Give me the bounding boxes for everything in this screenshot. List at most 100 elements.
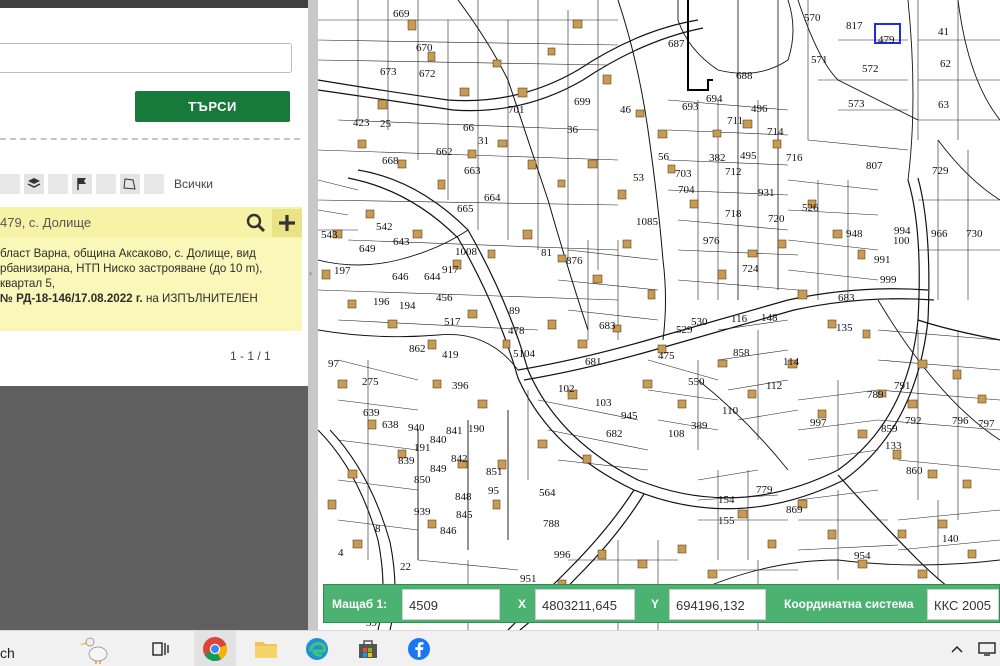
- parcel-number-label: 135: [836, 322, 853, 334]
- parcel-number-label: 456: [436, 292, 453, 304]
- map-drawing: [318, 0, 1000, 630]
- parcel-number-label: 683: [599, 320, 616, 332]
- parcel-number-label: 797: [978, 418, 995, 430]
- parcel-number-label: 63: [938, 99, 949, 111]
- crs-select[interactable]: ККС 2005: [927, 589, 999, 620]
- parcel-lines: [318, 0, 1000, 630]
- parcel-number-label: 155: [718, 515, 735, 527]
- panel-empty-area: [0, 386, 308, 630]
- parcel-number-label: 495: [740, 150, 757, 162]
- layers-icon[interactable]: [24, 174, 44, 194]
- parcel-number-label: 860: [906, 465, 923, 477]
- filter-button-empty-3[interactable]: [96, 174, 116, 194]
- parcel-number-label: 103: [595, 397, 612, 409]
- parcel-number-label: 817: [846, 20, 863, 32]
- parcel-number-label: 148: [761, 312, 778, 324]
- parcel-number-label: 683: [838, 292, 855, 304]
- edge-icon[interactable]: [302, 634, 332, 664]
- parcel-number-label: 693: [682, 101, 699, 113]
- parcel-number-label: 940: [408, 422, 425, 434]
- parcel-number-label: 699: [574, 96, 591, 108]
- parcel-number-label: 572: [862, 63, 879, 75]
- parcel-number-label: 573: [848, 98, 865, 110]
- display-icon[interactable]: [972, 634, 1000, 664]
- taskbar-search-text[interactable]: ch: [0, 645, 15, 661]
- parcel-number-label: 479: [878, 34, 895, 46]
- parcel-number-label: 36: [567, 124, 578, 136]
- parcel-number-label: 423: [353, 117, 370, 129]
- parcel-number-label: 133: [885, 440, 902, 452]
- parcel-number-label: 668: [382, 155, 399, 167]
- parcel-number-label: 663: [464, 165, 481, 177]
- pelican-icon[interactable]: [76, 634, 116, 664]
- parcel-number-label: 845: [456, 509, 473, 521]
- windows-taskbar: ch: [0, 630, 1000, 666]
- facebook-icon[interactable]: [404, 634, 434, 664]
- parcel-number-label: 22: [400, 561, 411, 573]
- parcel-number-label: 704: [678, 184, 695, 196]
- parcel-number-label: 807: [866, 160, 883, 172]
- parcel-number-label: 100: [893, 235, 910, 247]
- parcel-number-label: 646: [392, 271, 409, 283]
- parcel-number-label: 190: [468, 423, 485, 435]
- parcel-number-label: 154: [718, 494, 735, 506]
- cadastral-map[interactable]: 669 570 817 41 479 670 687 571 62 572 673 672 688 573…: [318, 0, 1000, 630]
- parcel-number-label: 687: [668, 38, 685, 50]
- parcel-number-label: 31: [478, 135, 489, 147]
- parcel-number-label: 197: [334, 265, 351, 277]
- flag-icon[interactable]: [72, 174, 92, 194]
- parcel-number-label: 789: [867, 389, 884, 401]
- y-coordinate-field[interactable]: 694196,132: [669, 589, 766, 620]
- store-icon[interactable]: [353, 634, 383, 664]
- parcel-number-label: 41: [938, 26, 949, 38]
- parcel-number-label: 792: [905, 415, 922, 427]
- parcel-number-label: 530: [691, 316, 708, 328]
- parcel-number-label: 779: [756, 484, 773, 496]
- parcel-number-label: 95: [488, 485, 499, 497]
- task-view-icon[interactable]: [146, 634, 176, 664]
- parcel-number-label: 56: [658, 151, 669, 163]
- filter-button-empty-4[interactable]: [144, 174, 164, 194]
- x-coordinate-field[interactable]: 4803211,645: [535, 589, 635, 620]
- parcel-number-label: 5104: [513, 348, 535, 360]
- chevron-up-icon[interactable]: [942, 634, 972, 664]
- filter-button-empty[interactable]: [0, 174, 20, 194]
- y-coordinate-label: Y: [651, 597, 660, 611]
- parcel-number-label: 876: [566, 255, 583, 267]
- add-icon[interactable]: [272, 209, 302, 237]
- parcel-number-label: 945: [621, 410, 638, 422]
- parcel-number-label: 664: [484, 192, 501, 204]
- parcel-number-label: 196: [373, 296, 390, 308]
- panel-header-strip: [0, 0, 308, 8]
- scale-input[interactable]: 4509: [402, 589, 500, 620]
- parcel-number-label: 718: [725, 208, 742, 220]
- parcel-number-label: 517: [444, 316, 461, 328]
- parcel-number-label: 275: [362, 376, 379, 388]
- parcel-number-label: 564: [539, 487, 556, 499]
- parcel-number-label: 939: [414, 506, 431, 518]
- parcel-number-label: 931: [758, 187, 775, 199]
- parcel-number-label: 662: [436, 146, 453, 158]
- splitter-arrow-icon[interactable]: ›: [309, 268, 317, 278]
- file-explorer-icon[interactable]: [251, 634, 281, 664]
- parcel-number-label: 681: [585, 356, 602, 368]
- result-details[interactable]: бласт Варна, община Аксаково, с. Долище,…: [0, 238, 302, 331]
- search-button[interactable]: ТЪРСИ: [135, 91, 290, 122]
- panel-splitter[interactable]: [308, 0, 318, 630]
- search-panel: ТЪРСИ Всички 479, с. Долище бласт Варна,…: [0, 0, 308, 630]
- parcel-number-label: 842: [451, 453, 468, 465]
- parcel-number-label: 194: [399, 300, 416, 312]
- zoom-to-icon[interactable]: [241, 209, 271, 237]
- filter-all-label[interactable]: Всички: [174, 177, 213, 191]
- parcel-number-label: 997: [810, 417, 827, 429]
- divider: [0, 138, 300, 140]
- parcel-number-label: 140: [942, 533, 959, 545]
- result-title[interactable]: 479, с. Долище: [0, 215, 91, 230]
- parcel-number-label: 673: [380, 66, 397, 78]
- search-input[interactable]: [0, 43, 292, 73]
- chrome-icon[interactable]: [200, 634, 230, 664]
- parcel-number-label: 53: [633, 172, 644, 184]
- polygon-icon[interactable]: [120, 174, 140, 194]
- parcel-number-label: 954: [854, 550, 871, 562]
- filter-button-empty-2[interactable]: [48, 174, 68, 194]
